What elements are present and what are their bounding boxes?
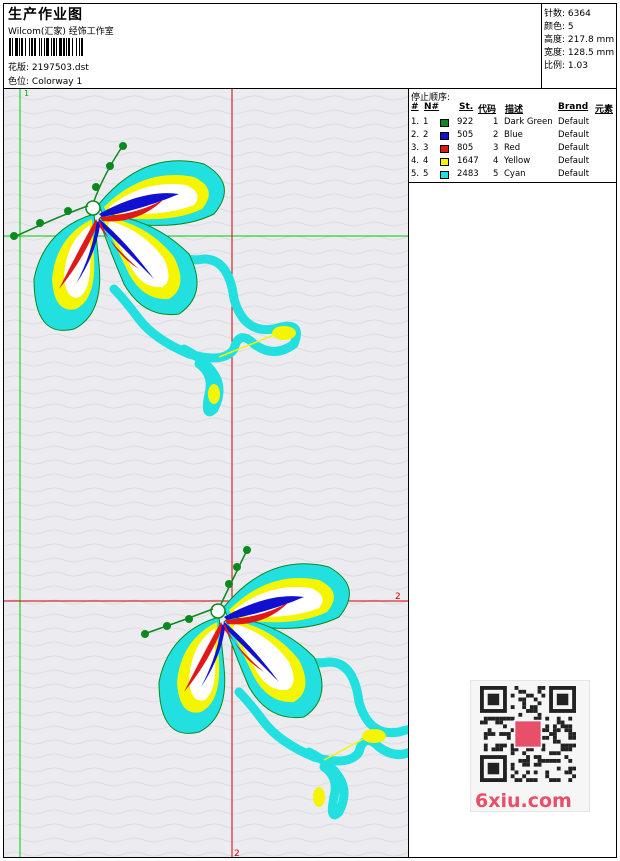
legend-color-swatch xyxy=(440,171,449,179)
legend-row-code: 2 xyxy=(493,130,499,140)
marker-2-right: 2 xyxy=(395,592,401,602)
colorway: 色位: Colorway 1 xyxy=(8,74,82,87)
marker-2-bottom: 2 xyxy=(234,849,240,857)
legend-row-needle: 5 xyxy=(423,169,429,179)
legend-row-code: 4 xyxy=(493,156,499,166)
legend-header-code: 代码 xyxy=(478,105,497,115)
marker-1: 1 xyxy=(24,89,29,98)
legend-header-desc: 描述 xyxy=(505,105,524,115)
legend-row-needle: 1 xyxy=(423,117,429,127)
legend-row-index: 3. xyxy=(411,143,420,153)
legend-row-desc: Red xyxy=(504,143,521,153)
design-canvas: 1 2 2 xyxy=(4,89,408,857)
stat-height: 高度: 217.8 mm xyxy=(544,35,615,45)
legend-header-element: 元素 xyxy=(595,105,614,115)
design-file: 花版: 2197503.dst xyxy=(8,60,89,73)
legend-row-brand: Default xyxy=(558,169,590,179)
legend-row-code: 3 xyxy=(493,143,499,153)
legend-row-desc: Cyan xyxy=(504,169,526,179)
legend-row-brand: Default xyxy=(558,117,590,127)
legend-row-index: 2. xyxy=(411,130,420,140)
design-label: 花版: xyxy=(8,63,30,73)
legend-row-brand: Default xyxy=(558,130,590,140)
qr-code xyxy=(480,686,576,782)
legend-color-swatch xyxy=(440,145,449,153)
design-value: 2197503.dst xyxy=(31,63,89,73)
colorway-label: 色位: xyxy=(8,77,30,87)
legend-row-index: 4. xyxy=(411,156,420,166)
legend-row-needle: 3 xyxy=(423,143,429,153)
legend-row-stitches: 505 xyxy=(457,130,474,140)
stat-stitches: 针数: 6364 xyxy=(544,9,591,19)
watermark-text: 6xiu.com xyxy=(475,790,572,812)
legend-row-desc: Dark Green xyxy=(504,117,553,127)
legend-row-needle: 4 xyxy=(423,156,429,166)
sheet-title: 生产作业图 xyxy=(8,7,83,23)
legend-header-index: # xyxy=(411,102,419,112)
stat-colors: 颜色: 5 xyxy=(544,22,574,32)
side-divider xyxy=(408,89,409,858)
legend-row-index: 5. xyxy=(411,169,420,179)
legend-header-brand: Brand xyxy=(558,102,589,112)
legend-row-brand: Default xyxy=(558,156,590,166)
legend-color-swatch xyxy=(440,132,449,140)
legend-row-stitches: 2483 xyxy=(457,169,479,179)
legend-header-needle: N# xyxy=(424,102,440,112)
legend-row-code: 5 xyxy=(493,169,499,179)
legend-row-stitches: 805 xyxy=(457,143,474,153)
legend-row-stitches: 922 xyxy=(457,117,474,127)
stat-width: 宽度: 128.5 mm xyxy=(544,48,615,58)
studio-name: Wilcom(汇家) 经饰工作室 xyxy=(8,27,114,37)
legend-color-swatch xyxy=(440,158,449,166)
legend-row-index: 1. xyxy=(411,117,420,127)
legend-row-brand: Default xyxy=(558,143,590,153)
legend-row-code: 1 xyxy=(493,117,499,127)
legend-row-desc: Blue xyxy=(504,130,523,140)
legend-row-desc: Yellow xyxy=(504,156,531,166)
legend-row-needle: 2 xyxy=(423,130,429,140)
legend-color-swatch xyxy=(440,119,449,127)
legend-header-stitches: St. xyxy=(459,102,474,112)
colorway-value: Colorway 1 xyxy=(31,77,83,87)
stat-scale: 比例: 1.03 xyxy=(544,61,588,71)
legend-row-stitches: 1647 xyxy=(457,156,479,166)
barcode xyxy=(9,38,83,56)
